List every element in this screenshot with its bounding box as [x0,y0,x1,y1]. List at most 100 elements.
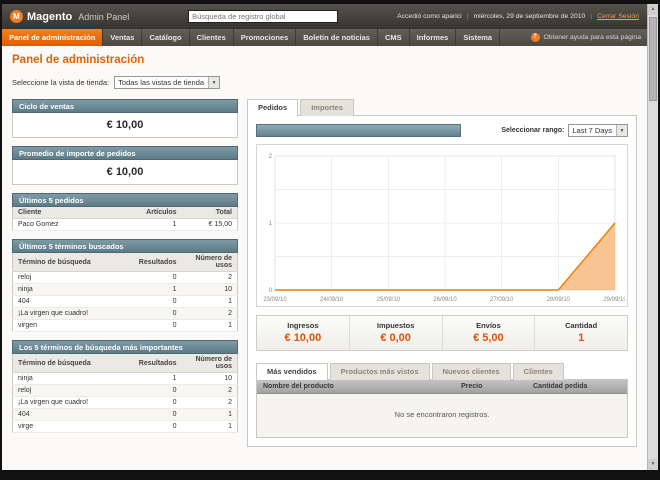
browser-scrollbar[interactable]: ▲ ▼ [647,4,658,470]
col-header: Resultados [133,253,182,272]
chevron-down-icon: ▼ [616,125,627,136]
chart-tabs: Pedidos Importes [247,99,637,116]
lifetime-sales-title: Ciclo de ventas [12,99,238,113]
last-orders-block: Últimos 5 pedidos Cliente Artículos Tota… [12,193,238,231]
tab-clientes[interactable]: Clientes [512,363,564,380]
col-header: Término de búsqueda [12,253,134,272]
scroll-down-arrow[interactable]: ▼ [648,459,658,470]
global-search-input[interactable] [188,10,339,23]
tab-productos-mas-vistos[interactable]: Productos más vistos [329,363,430,380]
magento-logo[interactable]: M Magento Admin Panel [10,10,129,23]
dashboard-content: Panel de administración Seleccione la vi… [2,46,647,447]
tab-nuevos-clientes[interactable]: Nuevos clientes [431,363,511,380]
tab-importes[interactable]: Importes [300,99,354,116]
store-switcher-label: Seleccione la vista de tienda: [12,78,110,87]
lifetime-sales-block: Ciclo de ventas € 10,00 [12,99,238,138]
top-search-table: Término de búsqueda Resultados Número de… [12,354,238,433]
logout-link[interactable]: Cerrar Sesión [597,13,639,20]
nav-item-catalog[interactable]: Catálogo [142,29,190,46]
dashboard-right-column: Pedidos Importes Seleccionar rango: Last… [247,99,637,447]
chart-toolbar: Seleccionar rango: Last 7 Days ▼ [256,124,628,137]
store-view-value: Todas las vistas de tienda [118,78,205,87]
nav-item-promotions[interactable]: Promociones [234,29,297,46]
nav-item-customers[interactable]: Clientes [190,29,234,46]
top-search-title: Los 5 términos de búsqueda más important… [12,340,238,354]
admin-page: M Magento Admin Panel Accedió como apari… [2,4,647,470]
orders-chart-box: 0 1 2 23/09/10 24/09/10 25/09/10 26/09/10 27/09… [256,144,628,307]
divider: | [466,13,469,20]
table-row[interactable]: Paco Gomez 1 € 15,00 [12,218,238,231]
table-row[interactable]: 404 0 1 [12,295,238,308]
grid-empty-message: No se encontraron registros. [257,394,627,437]
last-search-block: Últimos 5 términos buscados Término de b… [12,239,238,332]
table-row[interactable]: ninja 1 10 [12,372,238,385]
top-search-block: Los 5 términos de búsqueda más important… [12,340,238,433]
tab-mas-vendidos[interactable]: Más vendidos [256,363,328,380]
range-select[interactable]: Last 7 Days ▼ [568,124,628,137]
table-row[interactable]: virge 0 1 [12,420,238,433]
svg-text:23/09/10: 23/09/10 [263,297,287,303]
grid-tabs: Más vendidos Productos más vistos Nuevos… [256,363,628,380]
col-header-qty: Cantidad pedida [533,383,588,390]
help-icon: ? [530,33,540,42]
logo-subtitle: Admin Panel [78,11,130,22]
col-header-product: Nombre del producto [263,383,334,390]
col-header: Número de usos [181,253,238,272]
chart-panel: Seleccionar rango: Last 7 Days ▼ 0 1 2 23/0… [247,115,637,447]
table-row[interactable]: virgen 0 1 [12,319,238,332]
grid-header-row: Nombre del producto Precio Cantidad pedi… [257,380,627,394]
store-view-select[interactable]: Todas las vistas de tienda ▼ [114,76,221,89]
stat-impuestos: Impuestos € 0,00 [348,316,442,350]
nav-item-newsletter[interactable]: Boletín de noticias [296,29,378,46]
average-order-title: Promedio de importe de pedidos [12,146,238,160]
table-row[interactable]: ¡La virgen que cuadro! 0 2 [12,307,238,320]
admin-header: M Magento Admin Panel Accedió como apari… [2,4,647,29]
stat-ingresos: Ingresos € 10,00 [284,321,322,344]
scrollbar-thumb[interactable] [649,17,657,101]
nav-item-system[interactable]: Sistema [456,29,501,46]
help-area: ? Obtener ayuda para esta página [530,29,642,46]
svg-text:27/09/10: 27/09/10 [490,297,514,303]
stat-cantidad: Cantidad 1 [534,316,627,350]
last-search-table: Término de búsqueda Resultados Número de… [12,253,238,332]
nav-item-dashboard[interactable]: Panel de administración [2,29,104,46]
scroll-up-arrow[interactable]: ▲ [648,4,658,15]
table-row[interactable]: reloj 0 2 [12,271,238,284]
last-search-title: Últimos 5 términos buscados [12,239,238,253]
stat-envios: Envíos € 5,00 [441,316,535,350]
nav-item-reports[interactable]: Informes [410,29,457,46]
range-value: Last 7 Days [572,126,612,135]
last-orders-title: Últimos 5 pedidos [12,193,238,207]
col-header-price: Precio [461,383,483,390]
table-row[interactable]: ninja 1 10 [12,283,238,296]
help-link[interactable]: Obtener ayuda para esta página [544,34,642,41]
main-nav: Panel de administración Ventas Catálogo … [2,29,647,46]
bestsellers-grid: Nombre del producto Precio Cantidad pedi… [256,379,628,438]
logged-in-text: Accedió como aparici [397,13,462,20]
col-header: Total [181,207,238,219]
range-label: Seleccionar rango: [501,127,565,134]
table-row[interactable]: ¡La virgen que cuadro! 0 2 [12,396,238,409]
totals-bar: Ingresos € 10,00 Impuestos € 0,00 Envíos… [256,315,628,351]
last-orders-table: Cliente Artículos Total Paco Gomez 1 € 1… [12,207,238,231]
col-header: Término de búsqueda [12,354,134,373]
divider: | [590,13,593,20]
lifetime-sales-value: € 10,00 [12,113,238,138]
page-title: Panel de administración [12,54,145,66]
dashboard-left-column: Ciclo de ventas € 10,00 Promedio de impo… [12,99,238,447]
store-switcher: Seleccione la vista de tienda: Todas las… [12,76,637,89]
svg-text:1: 1 [269,221,273,227]
table-row[interactable]: reloj 0 2 [12,384,238,397]
nav-item-cms[interactable]: CMS [378,29,410,46]
svg-text:28/09/10: 28/09/10 [547,297,571,303]
chevron-down-icon: ▼ [208,77,220,88]
tab-pedidos[interactable]: Pedidos [247,99,299,116]
table-row[interactable]: 404 0 1 [12,408,238,421]
nav-item-sales[interactable]: Ventas [103,29,143,46]
header-user-info: Accedió como aparici | miércoles, 29 de … [397,13,639,20]
chart-header-bar [256,124,461,137]
global-search [129,10,397,23]
svg-text:25/09/10: 25/09/10 [377,297,401,303]
col-header: Artículos [135,207,182,219]
average-order-block: Promedio de importe de pedidos € 10,00 [12,146,238,185]
